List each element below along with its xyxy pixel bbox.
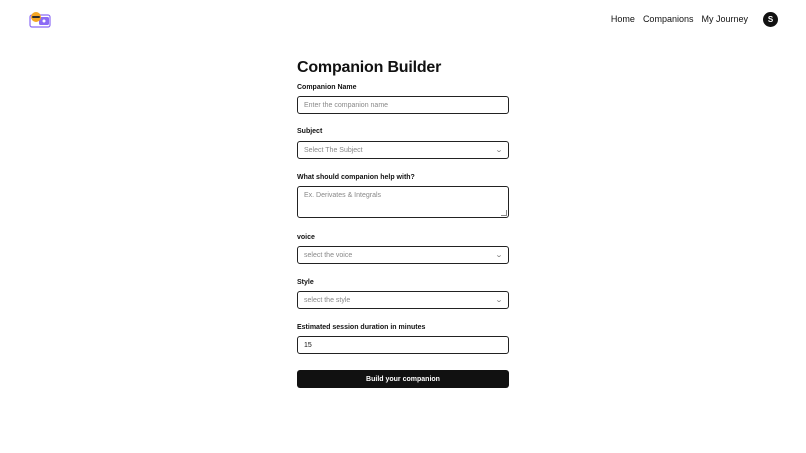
chevron-down-icon: ⌄ (494, 147, 504, 154)
voice-select[interactable]: select the voice ⌄ (297, 246, 509, 264)
chevron-down-icon: ⌄ (494, 297, 504, 304)
resize-handle-icon[interactable] (501, 210, 507, 216)
subject-label: Subject (297, 128, 323, 135)
companion-builder-form: Companion Builder Companion Name Enter t… (297, 58, 509, 388)
navbar: Home Companions My Journey S (0, 0, 806, 40)
voice-select-value: select the voice (304, 251, 353, 259)
duration-label: Estimated session duration in minutes (297, 324, 426, 331)
duration-input[interactable]: 15 (297, 336, 509, 354)
nav-links: Home Companions My Journey (611, 13, 748, 25)
companion-name-input[interactable]: Enter the companion name (297, 96, 509, 114)
subject-select[interactable]: Select The Subject ⌄ (297, 141, 509, 159)
subject-select-value: Select The Subject (304, 146, 363, 154)
style-select-value: select the style (304, 296, 351, 304)
chevron-down-icon: ⌄ (494, 252, 504, 259)
style-select[interactable]: select the style ⌄ (297, 291, 509, 309)
nav-home-link[interactable]: Home (611, 13, 635, 25)
logo-icon[interactable] (28, 11, 52, 29)
style-label: Style (297, 279, 314, 286)
companion-name-label: Companion Name (297, 84, 357, 91)
user-avatar[interactable]: S (763, 12, 778, 27)
topic-placeholder: Ex. Derivates & Integrals (304, 192, 382, 199)
page-title: Companion Builder (297, 59, 442, 76)
topic-textarea[interactable]: Ex. Derivates & Integrals (297, 186, 509, 218)
voice-label: voice (297, 234, 315, 241)
nav-companions-link[interactable]: Companions (643, 13, 694, 25)
nav-my-journey-link[interactable]: My Journey (701, 13, 748, 25)
topic-label: What should companion help with? (297, 174, 415, 181)
build-companion-button[interactable]: Build your companion (297, 370, 509, 388)
